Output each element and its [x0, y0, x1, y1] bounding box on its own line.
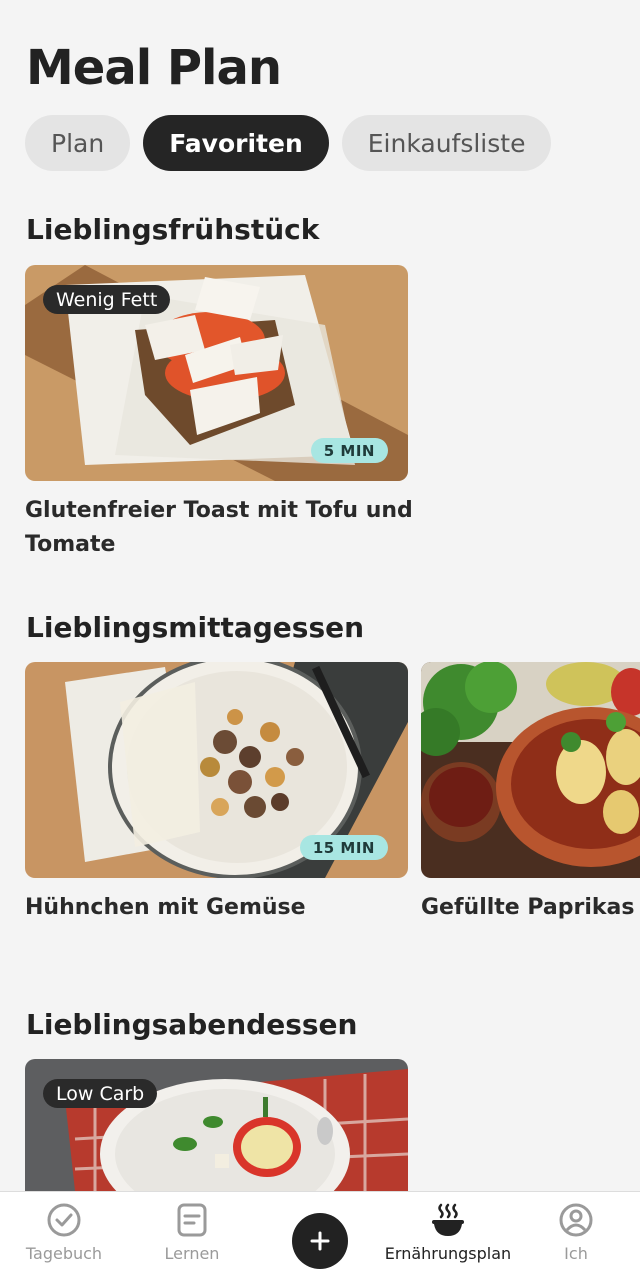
recipe-card-image[interactable]: Wenig Fett 5 MIN	[25, 265, 408, 481]
stuffed-peppers-photo	[421, 662, 640, 878]
recipe-card-title[interactable]: Glutenfreier Toast mit Tofu und Tomate	[25, 494, 415, 562]
nav-label: Lernen	[164, 1244, 220, 1263]
nav-label: Ernährungsplan	[384, 1244, 512, 1263]
profile-icon	[559, 1203, 593, 1237]
nav-item-tagebuch[interactable]: Tagebuch	[0, 1192, 128, 1280]
recipe-card-image[interactable]: Low Carb	[25, 1059, 408, 1191]
nav-item-ernaehrungsplan[interactable]: Ernährungsplan	[384, 1192, 512, 1280]
nav-label: Ich	[564, 1244, 588, 1263]
recipe-card-title[interactable]: Gefüllte Paprikas	[421, 891, 640, 925]
tab-favoriten[interactable]: Favoriten	[143, 115, 329, 171]
section-title-breakfast: Lieblingsfrühstück	[26, 213, 320, 246]
nav-item-ich[interactable]: Ich	[512, 1192, 640, 1280]
time-badge: 5 MIN	[310, 438, 388, 463]
check-circle-icon	[47, 1203, 81, 1237]
diet-badge: Wenig Fett	[43, 285, 171, 314]
recipe-card-title[interactable]: Hühnchen mit Gemüse	[25, 891, 306, 925]
nav-label: Tagebuch	[25, 1244, 103, 1263]
nav-item-lernen[interactable]: Lernen	[128, 1192, 256, 1280]
nav-item-add[interactable]	[256, 1192, 384, 1280]
tab-plan[interactable]: Plan	[25, 115, 131, 171]
diet-badge: Low Carb	[43, 1079, 158, 1108]
document-icon	[177, 1203, 207, 1237]
tab-einkaufsliste[interactable]: Einkaufsliste	[341, 115, 552, 171]
recipe-card-image[interactable]	[421, 662, 640, 878]
page-title: Meal Plan	[26, 40, 282, 96]
bowl-icon	[432, 1203, 464, 1236]
plus-icon	[310, 1231, 330, 1251]
bottom-nav: Tagebuch Lernen Ernährungsplan Ich	[0, 1191, 640, 1280]
section-title-dinner: Lieblingsabendessen	[26, 1008, 358, 1041]
recipe-card-image[interactable]: 15 MIN	[25, 662, 408, 878]
add-button[interactable]	[292, 1213, 348, 1269]
segment-tabs: Plan Favoriten Einkaufsliste	[25, 115, 552, 171]
section-title-lunch: Lieblingsmittagessen	[26, 611, 365, 644]
time-badge: 15 MIN	[299, 835, 388, 860]
